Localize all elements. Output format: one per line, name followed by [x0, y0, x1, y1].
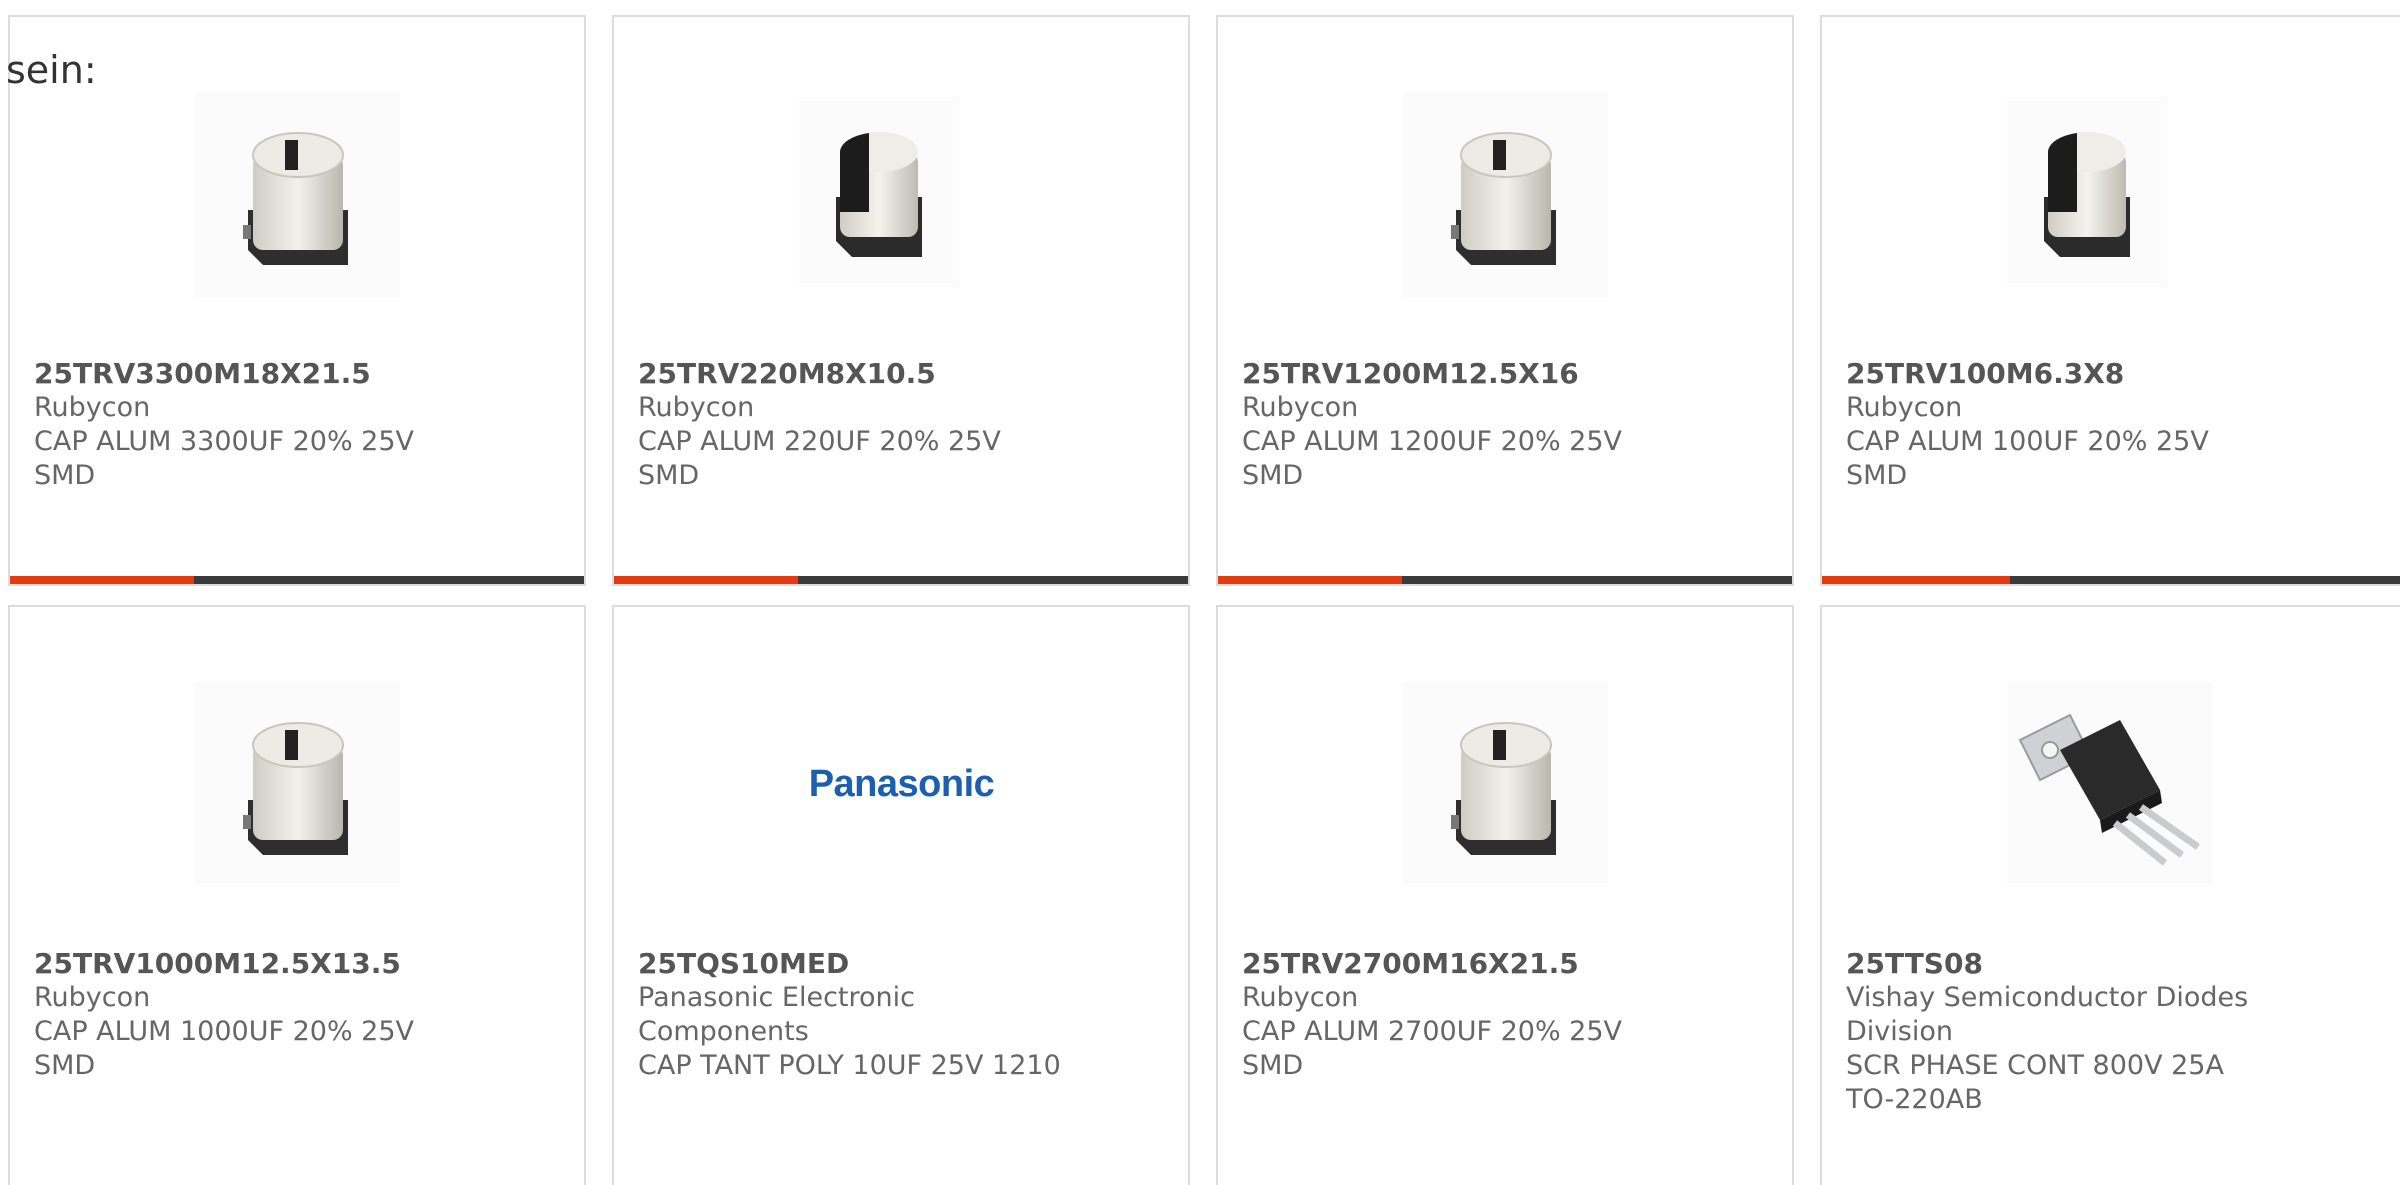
product-image[interactable]: [799, 97, 959, 287]
capacitor-icon: [242, 721, 348, 855]
product-info: 25TTS08 Vishay Semiconductor Diodes Divi…: [1846, 947, 2276, 1117]
capacitor-icon: [1450, 131, 1556, 265]
progress-fill: [1822, 576, 2011, 584]
manufacturer: Rubycon: [638, 392, 755, 423]
progress-fill: [614, 576, 798, 584]
capacitor-icon: [1450, 721, 1556, 855]
product-card[interactable]: 25TRV3300M18X21.5 Rubycon CAP ALUM 3300U…: [8, 15, 586, 586]
description: CAP ALUM 3300UF 20% 25V SMD: [34, 426, 415, 491]
product-grid: 25TRV3300M18X21.5 Rubycon CAP ALUM 3300U…: [8, 15, 2400, 1185]
product-image[interactable]: [1403, 92, 1608, 297]
progress-fill: [10, 576, 194, 584]
part-number[interactable]: 25TRV3300M18X21.5: [34, 357, 464, 391]
product-card[interactable]: 25TRV220M8X10.5 Rubycon CAP ALUM 220UF 2…: [612, 15, 1190, 586]
panasonic-logo: Panasonic: [808, 763, 995, 805]
product-card[interactable]: 25TTS08 Vishay Semiconductor Diodes Divi…: [1820, 605, 2400, 1185]
to220-transistor-icon: [2018, 713, 2200, 866]
product-info: 25TRV220M8X10.5 Rubycon CAP ALUM 220UF 2…: [638, 357, 1068, 493]
manufacturer: Vishay Semiconductor Diodes Division: [1846, 982, 2249, 1047]
part-number[interactable]: 25TRV1000M12.5X13.5: [34, 947, 464, 981]
product-image[interactable]: Panasonic: [799, 682, 1004, 887]
product-image[interactable]: [195, 92, 400, 297]
product-card[interactable]: Panasonic 25TQS10MED Panasonic Electroni…: [612, 605, 1190, 1185]
product-card[interactable]: 25TRV100M6.3X8 Rubycon CAP ALUM 100UF 20…: [1820, 15, 2400, 586]
description: CAP ALUM 1000UF 20% 25V SMD: [34, 1016, 415, 1081]
manufacturer: Rubycon: [1242, 982, 1359, 1013]
progress-bar: [10, 576, 584, 584]
manufacturer: Rubycon: [1846, 392, 1963, 423]
description: CAP TANT POLY 10UF 25V 1210: [638, 1050, 1061, 1081]
product-card[interactable]: 25TRV2700M16X21.5 Rubycon CAP ALUM 2700U…: [1216, 605, 1794, 1185]
progress-bar: [614, 576, 1188, 584]
product-info: 25TRV1200M12.5X16 Rubycon CAP ALUM 1200U…: [1242, 357, 1672, 493]
description: CAP ALUM 100UF 20% 25V SMD: [1846, 426, 2209, 491]
product-image[interactable]: [2007, 97, 2167, 287]
part-number[interactable]: 25TRV1200M12.5X16: [1242, 357, 1672, 391]
progress-bar: [1822, 576, 2400, 584]
product-image[interactable]: [1403, 682, 1608, 887]
part-number[interactable]: 25TRV220M8X10.5: [638, 357, 1068, 391]
capacitor-icon: [242, 131, 348, 265]
product-image[interactable]: [195, 682, 400, 887]
description: CAP ALUM 220UF 20% 25V SMD: [638, 426, 1001, 491]
product-info: 25TRV2700M16X21.5 Rubycon CAP ALUM 2700U…: [1242, 947, 1672, 1083]
part-number[interactable]: 25TQS10MED: [638, 947, 1068, 981]
description: SCR PHASE CONT 800V 25A TO-220AB: [1846, 1050, 2224, 1115]
product-card[interactable]: 25TRV1200M12.5X16 Rubycon CAP ALUM 1200U…: [1216, 15, 1794, 586]
part-number[interactable]: 25TRV100M6.3X8: [1846, 357, 2276, 391]
product-card[interactable]: 25TRV1000M12.5X13.5 Rubycon CAP ALUM 100…: [8, 605, 586, 1185]
capacitor-icon: [836, 132, 922, 257]
product-info: 25TRV100M6.3X8 Rubycon CAP ALUM 100UF 20…: [1846, 357, 2276, 493]
manufacturer: Rubycon: [34, 982, 151, 1013]
progress-fill: [1218, 576, 1402, 584]
manufacturer: Rubycon: [1242, 392, 1359, 423]
description: CAP ALUM 2700UF 20% 25V SMD: [1242, 1016, 1623, 1081]
product-info: 25TQS10MED Panasonic Electronic Componen…: [638, 947, 1068, 1083]
description: CAP ALUM 1200UF 20% 25V SMD: [1242, 426, 1623, 491]
manufacturer: Rubycon: [34, 392, 151, 423]
part-number[interactable]: 25TRV2700M16X21.5: [1242, 947, 1672, 981]
manufacturer: Panasonic Electronic Components: [638, 982, 915, 1047]
intro-text: sein:: [6, 48, 97, 92]
part-number[interactable]: 25TTS08: [1846, 947, 2276, 981]
progress-bar: [1218, 576, 1792, 584]
product-info: 25TRV3300M18X21.5 Rubycon CAP ALUM 3300U…: [34, 357, 464, 493]
product-image[interactable]: [2007, 682, 2212, 887]
capacitor-icon: [2044, 132, 2130, 257]
product-info: 25TRV1000M12.5X13.5 Rubycon CAP ALUM 100…: [34, 947, 464, 1083]
